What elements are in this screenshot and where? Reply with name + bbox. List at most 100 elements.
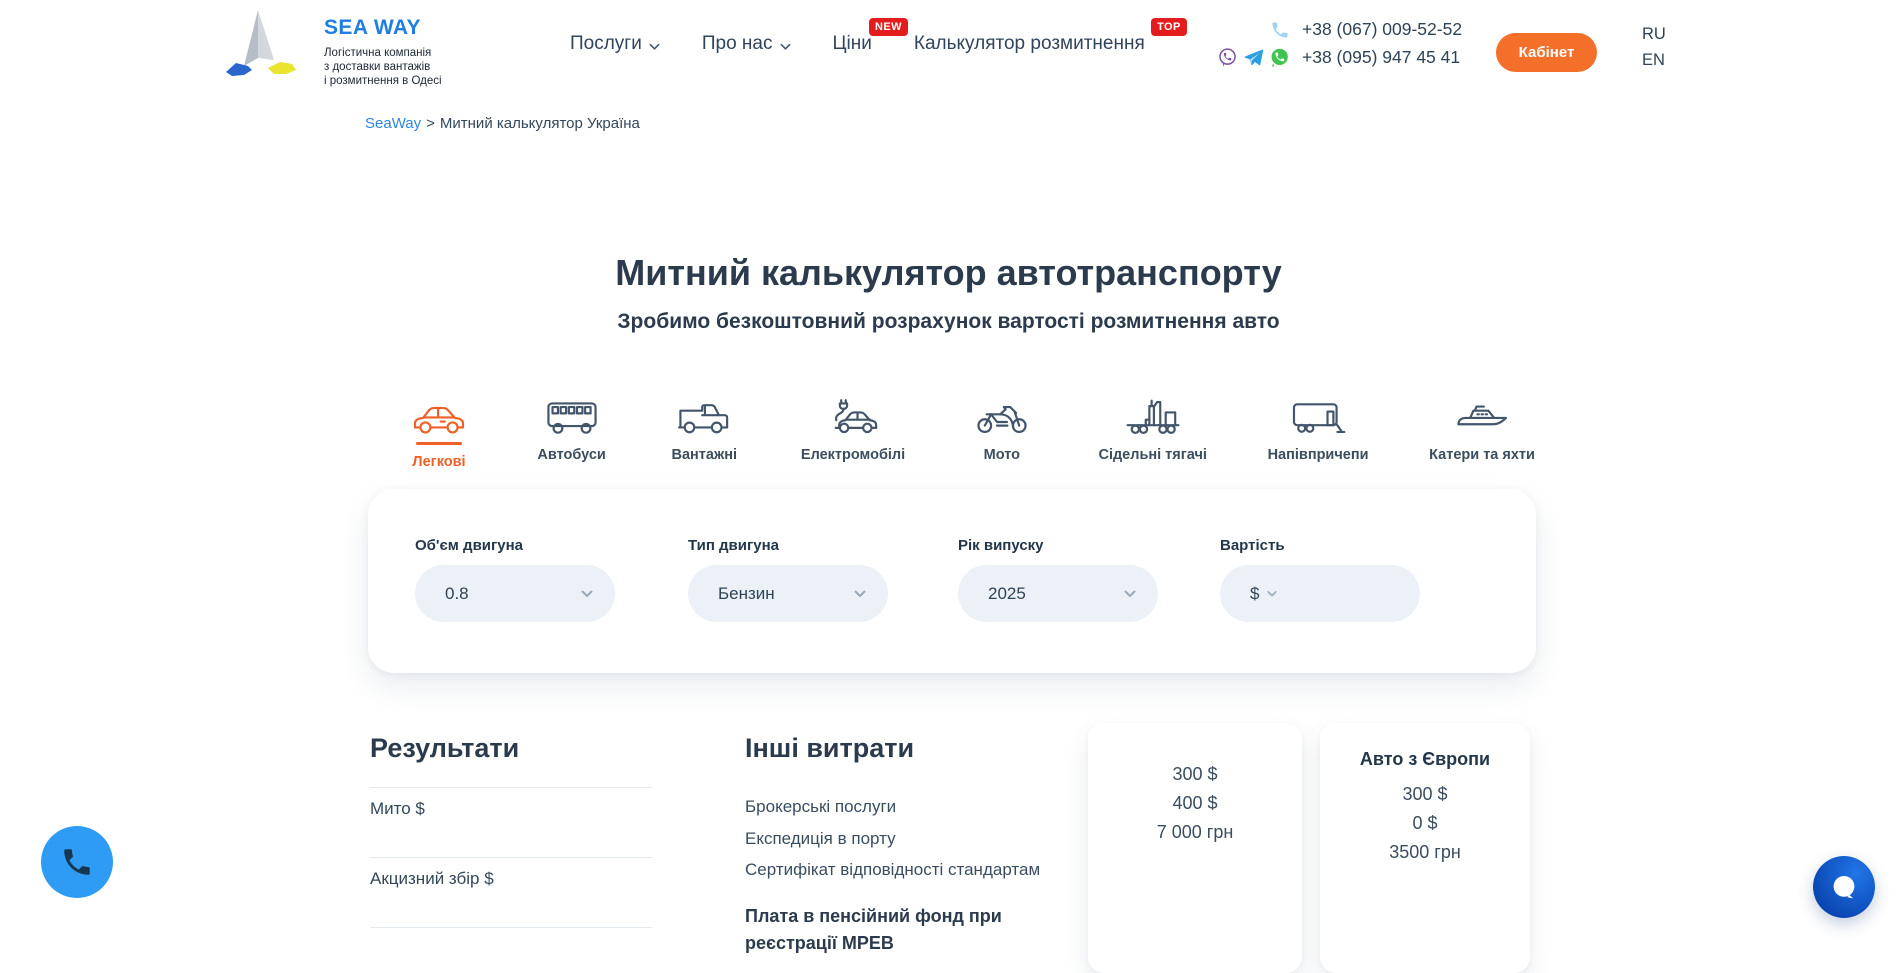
page-title: Митний калькулятор автотранспорту (0, 252, 1897, 294)
chevron-down-icon (780, 43, 791, 51)
logo-tagline: Логістична компанія з доставки вантажів … (324, 46, 442, 88)
lang-ru[interactable]: RU (1642, 21, 1666, 47)
nav-label: Ціни (833, 33, 872, 55)
nav-item-prices[interactable]: Ціни NEW (833, 33, 872, 55)
engine-volume-value: 0.8 (445, 584, 469, 604)
result-excise: Акцизний збір $ (370, 869, 494, 889)
other-cost-port: Експедиція в порту (745, 829, 896, 849)
contacts: +38 (067) 009-52-52 +38 (095) 947 45 41 (1206, 19, 1462, 68)
results-title: Результати (370, 733, 519, 764)
logo[interactable]: SEA WAY Логістична компанія з доставки в… (222, 8, 442, 88)
tab-moto[interactable]: Мото (966, 392, 1038, 463)
yacht-icon (1453, 396, 1511, 438)
other-costs-title: Інші витрати (745, 733, 914, 764)
tab-label: Мото (984, 447, 1020, 463)
price-value: 7 000 грн (1088, 818, 1302, 847)
vehicle-type-tabs: Легкові Автобуси Вантажні Електромо (403, 392, 1535, 470)
call-fab-button[interactable] (41, 826, 113, 898)
tab-label: Напівпричепи (1268, 447, 1369, 463)
truck-icon (675, 396, 733, 438)
phone-number-2[interactable]: +38 (095) 947 45 41 (1302, 47, 1462, 68)
motorcycle-icon (973, 396, 1031, 438)
engine-type-select[interactable]: Бензин (688, 565, 888, 622)
bus-icon (543, 396, 601, 438)
chevron-down-icon (1124, 590, 1136, 598)
active-tab-underline (416, 442, 462, 445)
tab-label: Автобуси (537, 447, 605, 463)
cabinet-button[interactable]: Кабінет (1496, 33, 1597, 72)
cost-field: $ (1220, 565, 1420, 622)
year-label: Рік випуску (958, 537, 1158, 554)
breadcrumb-separator: > (426, 115, 435, 132)
divider (370, 787, 652, 788)
price-card-europe: Авто з Європи 300 $ 0 $ 3500 грн (1320, 723, 1530, 973)
whatsapp-icon[interactable] (1269, 47, 1290, 68)
tab-label: Електромобілі (801, 447, 905, 463)
top-badge: TOP (1151, 18, 1187, 36)
price-value: 400 $ (1088, 789, 1302, 818)
year-value: 2025 (988, 584, 1026, 604)
nav-label: Послуги (570, 33, 642, 55)
engine-type-label: Тип двигуна (688, 537, 888, 554)
price-value: 300 $ (1320, 780, 1530, 809)
engine-volume-select[interactable]: 0.8 (415, 565, 615, 622)
trailer-icon (1289, 396, 1347, 438)
phone-number-1[interactable]: +38 (067) 009-52-52 (1302, 19, 1462, 40)
electric-car-icon (824, 396, 882, 438)
breadcrumb-current: Митний калькулятор Україна (440, 115, 640, 132)
phone-icon (1270, 20, 1290, 40)
seaway-boat-logo-icon (222, 8, 302, 82)
currency-selector[interactable]: $ (1250, 584, 1259, 604)
logo-title: SEA WAY (324, 16, 442, 40)
price-value: 3500 грн (1320, 838, 1530, 867)
tab-semi-trailers[interactable]: Напівпричепи (1268, 392, 1369, 463)
new-badge: NEW (869, 18, 908, 36)
phone-icon (60, 845, 94, 879)
telegram-icon[interactable] (1243, 47, 1264, 68)
car-icon (410, 396, 468, 438)
tab-label: Катери та яхти (1429, 447, 1535, 463)
engine-type-value: Бензин (718, 584, 775, 604)
price-value: 300 $ (1088, 760, 1302, 789)
divider (370, 927, 652, 928)
tab-label: Вантажні (672, 447, 738, 463)
semi-truck-icon (1124, 396, 1182, 438)
tab-electric-cars[interactable]: Електромобілі (801, 392, 905, 463)
breadcrumb-home-link[interactable]: SeaWay (365, 115, 421, 132)
tab-cars[interactable]: Легкові (403, 392, 475, 470)
viber-icon[interactable] (1217, 47, 1238, 68)
chevron-down-icon (1267, 590, 1277, 598)
language-switcher: RU EN (1642, 21, 1666, 73)
chevron-down-icon (649, 43, 660, 51)
other-cost-pension-fund: Плата в пенсійний фонд при реєстрації МР… (745, 903, 1075, 957)
tab-boats-yachts[interactable]: Катери та яхти (1429, 392, 1535, 463)
tab-label: Легкові (412, 454, 465, 470)
page-subtitle: Зробимо безкоштовний розрахунок вартості… (0, 310, 1897, 334)
nav-label: Калькулятор розмитнення (914, 33, 1145, 55)
tab-buses[interactable]: Автобуси (536, 392, 608, 463)
tab-semi-tractors[interactable]: Сідельні тягачі (1098, 392, 1206, 463)
cost-input[interactable] (1285, 573, 1406, 615)
nav-item-customs-calculator[interactable]: Калькулятор розмитнення TOP (914, 33, 1145, 55)
tab-trucks[interactable]: Вантажні (668, 392, 740, 463)
year-select[interactable]: 2025 (958, 565, 1158, 622)
price-value: 0 $ (1320, 809, 1530, 838)
breadcrumb: SeaWay > Митний калькулятор Україна (365, 115, 640, 132)
divider (370, 857, 652, 858)
price-card-1: 300 $ 400 $ 7 000 грн (1088, 723, 1302, 973)
cost-label: Вартість (1220, 537, 1420, 554)
chat-fab-button[interactable] (1813, 856, 1875, 918)
other-cost-certificate: Сертифікат відповідності стандартам (745, 860, 1040, 880)
result-duty: Мито $ (370, 799, 425, 819)
nav-item-about[interactable]: Про нас (702, 33, 791, 55)
calculator-form-card: Об'єм двигуна 0.8 Тип двигуна Бензин Рік… (368, 489, 1536, 673)
lang-en[interactable]: EN (1642, 47, 1666, 73)
other-cost-broker: Брокерські послуги (745, 797, 896, 817)
chevron-down-icon (581, 590, 593, 598)
chevron-down-icon (854, 590, 866, 598)
chat-bubble-icon (1829, 872, 1859, 902)
nav-item-services[interactable]: Послуги (570, 33, 660, 55)
nav-label: Про нас (702, 33, 773, 55)
main-nav: Послуги Про нас Ціни NEW Калькулятор роз… (570, 0, 1145, 88)
price-card-title: Авто з Європи (1320, 723, 1530, 770)
